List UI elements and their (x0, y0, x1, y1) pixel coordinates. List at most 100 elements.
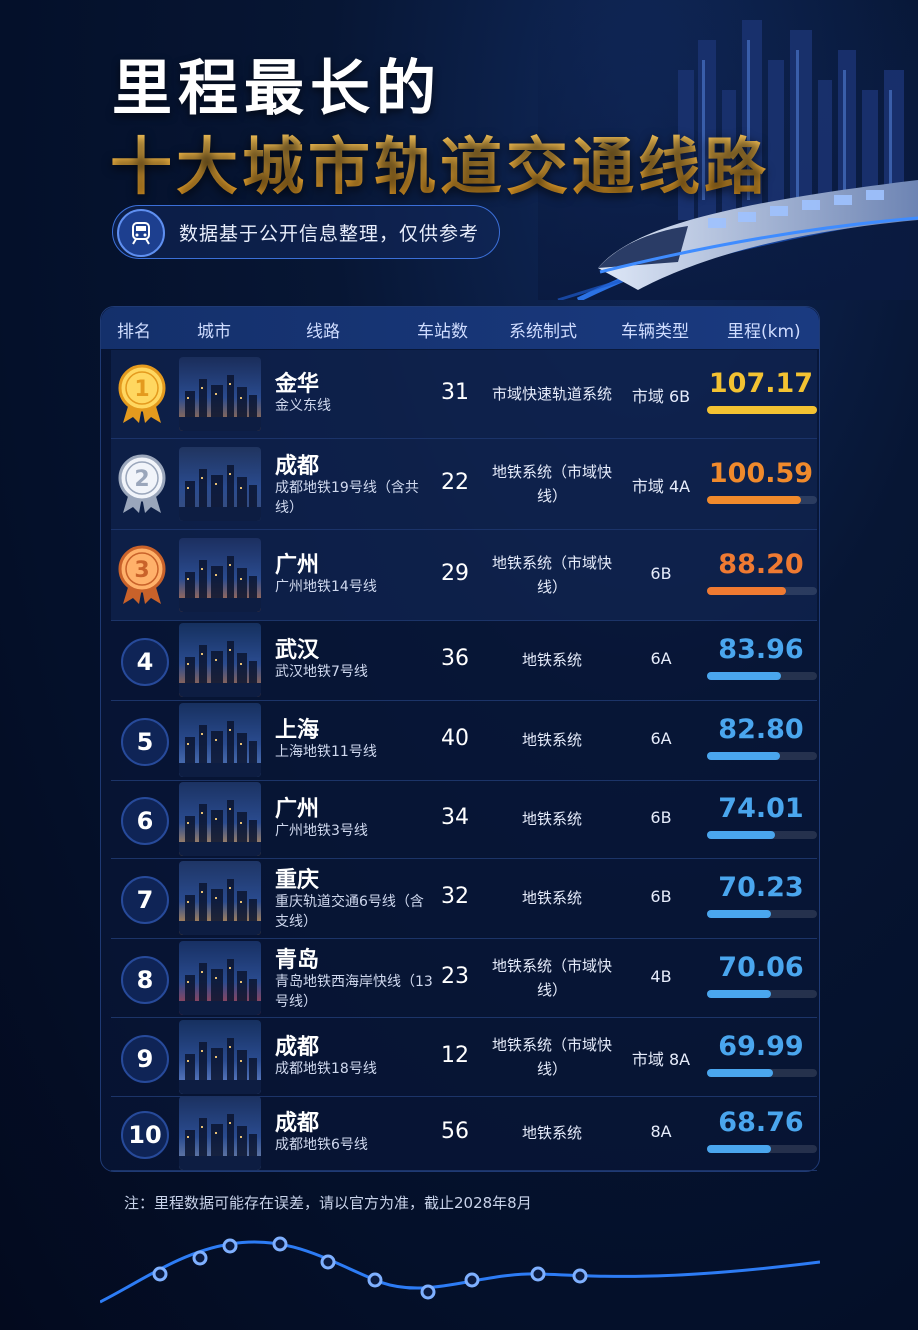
mileage-bar-track (707, 989, 817, 998)
rank-number: 5 (136, 728, 154, 756)
page-title-line2: 十大城市轨道交通线路 (110, 116, 770, 206)
table-row: 8 青岛 青岛地铁西海岸快线（13号线） 23 地铁系统（市域快线） 4B 70… (111, 938, 817, 1018)
bronze-medal-icon: 3 (117, 544, 167, 606)
rank-number: 10 (128, 1121, 162, 1149)
mileage-bar-fill (707, 1145, 771, 1153)
silver-medal-icon: 2 (117, 453, 167, 515)
vehicle-type: 6B (650, 563, 672, 583)
city-name: 成都 (275, 1034, 320, 1060)
station-count: 32 (441, 884, 469, 909)
col-mileage: 里程(km) (727, 322, 801, 342)
table-row: 7 重庆 重庆轨道交通6号线（含支线） 32 地铁系统 6B 70.23 (111, 858, 817, 939)
rank-number: 8 (136, 965, 154, 994)
city-photo (179, 861, 261, 935)
mileage-bar-fill (707, 495, 801, 504)
table-row: 9 成都 成都地铁18号线 12 地铁系统（市域快线） 市域 8A 69.99 (111, 1017, 817, 1097)
subtitle-pill: 数据基于公开信息整理，仅供参考 (112, 205, 500, 259)
table-row: 10 成都 成都地铁6号线 56 地铁系统 8A 68.76 (111, 1096, 817, 1171)
mileage-value: 74.01 (718, 793, 804, 824)
route-line-decoration (100, 1236, 820, 1304)
col-rank: 排名 (117, 322, 151, 342)
table-header: 排名 城市 线路 车站数 系统制式 车辆类型 里程(km) (101, 307, 819, 349)
mileage-bar-fill (707, 752, 780, 760)
mileage-value: 69.99 (718, 1030, 804, 1062)
city-name: 广州 (275, 552, 320, 578)
city-photo (179, 782, 261, 856)
line-name: 武汉地铁7号线 (275, 664, 368, 680)
rank-number: 6 (136, 807, 154, 835)
system-type: 市域快速轨道系统 (491, 385, 612, 403)
mileage-bar-fill (707, 1068, 773, 1077)
system-type: 地铁系统 (521, 810, 582, 828)
station-count: 29 (441, 560, 469, 586)
rank-number: 7 (136, 886, 154, 914)
line-name: 青岛地铁西海岸快线（13号线） (275, 973, 433, 1010)
table-row: 1 金华 金义东线 31 市域快速轨道系统 市域 6B 107.17 (111, 350, 817, 439)
rank-badge: 5 (121, 718, 169, 766)
mileage-value: 70.06 (718, 951, 804, 983)
rank-badge: 10 (121, 1111, 169, 1159)
vehicle-type: 8A (650, 1122, 672, 1141)
rank-number: 3 (134, 558, 149, 583)
page-title-line1: 里程最长的 (112, 54, 442, 124)
table-row: 6 广州 广州地铁3号线 34 地铁系统 6B 74.01 (111, 780, 817, 859)
mileage-bar-track (707, 910, 817, 918)
table-row: 4 武汉 武汉地铁7号线 36 地铁系统 6A 83.96 (111, 620, 817, 701)
vehicle-type: 市域 4A (631, 476, 691, 496)
col-line: 线路 (306, 322, 340, 342)
city-name: 成都 (275, 1111, 320, 1136)
station-count: 23 (441, 963, 469, 989)
city-name: 青岛 (275, 947, 320, 973)
system-type: 地铁系统 (521, 651, 582, 669)
table-row: 2 成都 成都地铁19号线（含共线） 22 地铁系统（市域快线） 市域 4A 1… (111, 438, 817, 530)
gold-medal-icon: 1 (117, 363, 167, 425)
system-type: 地铁系统（市域快线） (491, 1035, 612, 1078)
line-name: 金义东线 (275, 398, 331, 414)
line-name: 重庆轨道交通6号线（含支线） (275, 894, 424, 930)
line-name: 成都地铁6号线 (275, 1137, 368, 1153)
mileage-bar-fill (707, 406, 817, 414)
vehicle-type: 市域 8A (631, 1049, 691, 1069)
table-row: 5 上海 上海地铁11号线 40 地铁系统 6A 82.80 (111, 700, 817, 781)
station-count: 36 (441, 646, 469, 671)
city-name: 金华 (275, 372, 320, 397)
mileage-value: 88.20 (718, 548, 804, 580)
line-name: 成都地铁19号线（含共线） (275, 479, 419, 516)
system-type: 地铁系统（市域快线） (491, 553, 612, 596)
vehicle-type: 市域 6B (631, 387, 691, 406)
station-count: 40 (441, 726, 469, 751)
station-count: 56 (441, 1119, 469, 1144)
mileage-bar-fill (707, 989, 771, 998)
col-system: 系统制式 (509, 322, 577, 342)
rank-badge: 8 (121, 955, 169, 1004)
system-type: 地铁系统 (521, 731, 582, 749)
vehicle-type: 4B (650, 966, 672, 986)
mileage-bar-track (707, 1145, 817, 1153)
system-type: 地铁系统 (521, 889, 582, 907)
rank-number: 2 (134, 467, 149, 492)
city-photo (179, 446, 261, 521)
footnote: 注：里程数据可能存在误差，请以官方为准，截止2028年8月 (124, 1194, 532, 1212)
city-photo (179, 1096, 261, 1170)
city-name: 成都 (275, 453, 320, 479)
city-photo (179, 537, 261, 612)
station-count: 22 (441, 469, 469, 495)
city-photo (179, 357, 261, 431)
mileage-bar-fill (707, 831, 776, 839)
city-photo (179, 623, 261, 697)
city-name: 武汉 (275, 638, 320, 663)
city-name: 上海 (275, 718, 320, 743)
ranking-table: 排名 城市 线路 车站数 系统制式 车辆类型 里程(km) 1 金华 金义东线 … (100, 306, 820, 1172)
city-name: 广州 (275, 797, 320, 822)
rank-badge: 7 (121, 876, 169, 924)
mileage-bar-track (707, 586, 817, 595)
station-count: 12 (441, 1042, 469, 1068)
col-city: 城市 (197, 322, 231, 342)
city-photo (179, 703, 261, 777)
mileage-bar-track (707, 1068, 817, 1077)
rank-badge: 9 (121, 1034, 169, 1083)
mileage-bar-track (707, 831, 817, 839)
city-name: 重庆 (275, 868, 320, 893)
rank-number: 9 (136, 1044, 154, 1073)
vehicle-type: 6A (650, 649, 672, 668)
